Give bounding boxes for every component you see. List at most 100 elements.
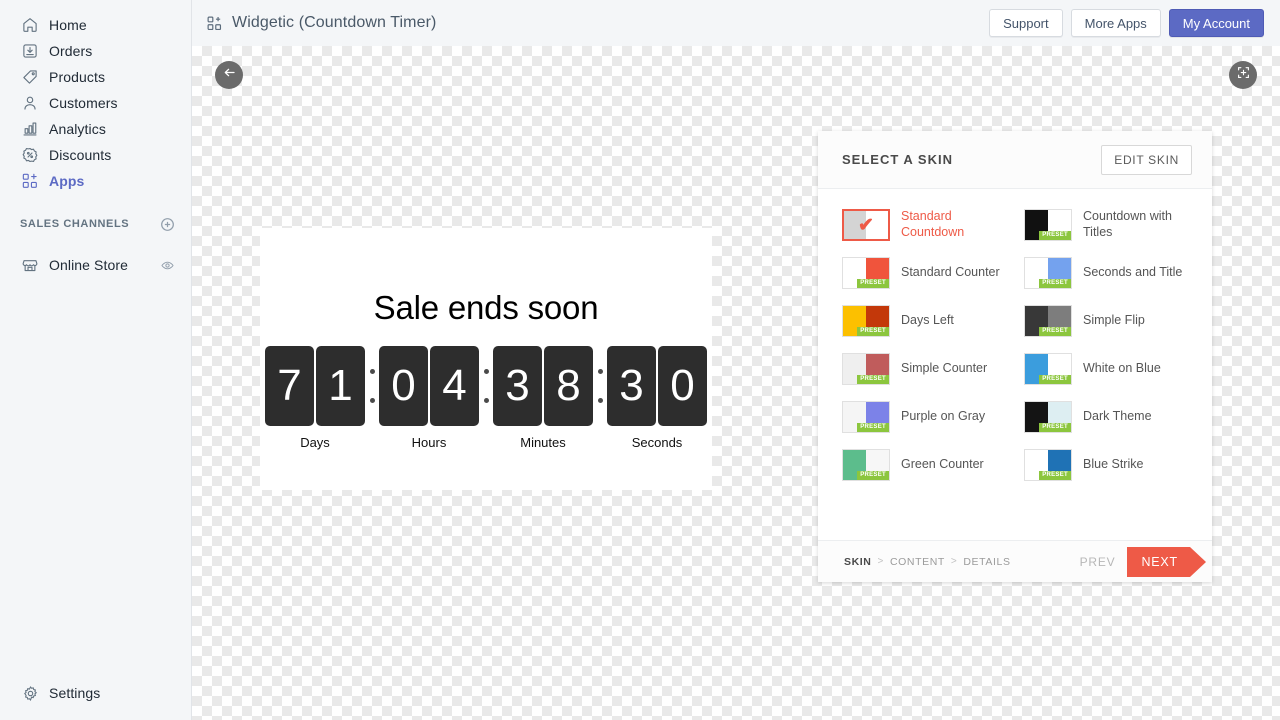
top-bar-actions: Support More Apps My Account <box>989 9 1264 37</box>
countdown-widget-preview[interactable]: Sale ends soon 71Days04Hours38Minutes30S… <box>260 228 712 490</box>
skin-thumbnail: PRESET <box>1024 353 1072 385</box>
prev-button[interactable]: PREV <box>1080 555 1116 569</box>
countdown-digits: 38 <box>493 346 593 426</box>
sidebar-item-label: Orders <box>49 44 92 58</box>
my-account-button[interactable]: My Account <box>1169 9 1264 37</box>
skin-thumbnail: PRESET <box>1024 305 1072 337</box>
plus-circle-icon[interactable] <box>160 217 175 232</box>
skin-option[interactable]: PRESET Seconds and Title <box>1024 253 1190 293</box>
skin-list: ✔ Standard Countdown PRESET Countdown with … <box>818 189 1212 544</box>
eye-icon[interactable] <box>160 258 175 273</box>
countdown-digits: 30 <box>607 346 707 426</box>
sidebar-item-home[interactable]: Home <box>8 12 183 38</box>
countdown-digit: 0 <box>658 346 707 426</box>
preset-badge: PRESET <box>1039 471 1071 480</box>
page-title: Widgetic (Countdown Timer) <box>232 14 436 32</box>
skin-label: Days Left <box>901 313 954 329</box>
skin-option[interactable]: PRESETBlue Strike <box>1024 445 1190 485</box>
skin-option[interactable]: PRESET Green Counter <box>842 445 1008 485</box>
preset-badge: PRESET <box>857 471 889 480</box>
preset-badge: PRESET <box>857 423 889 432</box>
customers-icon <box>20 93 40 113</box>
countdown-group-hours: 04 Hours <box>379 346 479 450</box>
support-button[interactable]: Support <box>989 9 1063 37</box>
skin-thumbnail: PRESET <box>842 449 890 481</box>
countdown-digits: 71 <box>265 346 365 426</box>
skin-label: Dark Theme <box>1083 409 1152 425</box>
fit-frame-icon <box>1236 65 1251 85</box>
countdown-digit: 7 <box>265 346 314 426</box>
skin-label: White on Blue <box>1083 361 1161 377</box>
skin-option[interactable]: PRESET Standard Counter <box>842 253 1008 293</box>
preset-badge: PRESET <box>857 327 889 336</box>
back-button[interactable] <box>215 61 243 89</box>
breadcrumb-separator: > <box>878 556 884 567</box>
sidebar-channel-online-store[interactable]: Online Store <box>8 252 183 278</box>
preset-badge: PRESET <box>1039 423 1071 432</box>
breadcrumb-details[interactable]: DETAILS <box>963 556 1010 568</box>
preset-badge: PRESET <box>857 279 889 288</box>
skin-label: Purple on Gray <box>901 409 985 425</box>
arrow-left-icon <box>222 65 237 85</box>
skin-thumbnail: PRESET <box>1024 449 1072 481</box>
sidebar-item-label: Home <box>49 18 87 32</box>
skin-thumbnail: PRESET <box>1024 209 1072 241</box>
check-icon: ✔ <box>844 211 888 239</box>
countdown-group-label: Seconds <box>632 435 683 450</box>
skin-label: Standard Counter <box>901 265 1000 281</box>
sidebar-section-title: SALES CHANNELS <box>20 218 160 230</box>
sidebar-item-label: Analytics <box>49 122 106 136</box>
skin-option[interactable]: PRESET Days Left <box>842 301 1008 341</box>
next-button[interactable]: NEXT <box>1127 547 1190 577</box>
sidebar-item-orders[interactable]: Orders <box>8 38 183 64</box>
sidebar-channel-label: Online Store <box>49 258 128 272</box>
skin-option[interactable]: PRESET Purple on Gray <box>842 397 1008 437</box>
countdown-digits: 04 <box>379 346 479 426</box>
sidebar-item-discounts[interactable]: Discounts <box>8 142 183 168</box>
skin-label: Seconds and Title <box>1083 265 1182 281</box>
top-bar: Widgetic (Countdown Timer) Support More A… <box>192 0 1280 46</box>
skin-option[interactable]: PRESET Simple Flip <box>1024 301 1190 341</box>
skin-panel: SELECT A SKIN EDIT SKIN ✔ Standard Countd… <box>818 131 1212 582</box>
sidebar-item-products[interactable]: Products <box>8 64 183 90</box>
countdown-clock: 71Days04Hours38Minutes30Seconds <box>260 346 712 450</box>
skin-label: Green Counter <box>901 457 984 473</box>
colon-separator <box>593 346 607 426</box>
more-apps-button[interactable]: More Apps <box>1071 9 1161 37</box>
sidebar-item-analytics[interactable]: Analytics <box>8 116 183 142</box>
fit-frame-button[interactable] <box>1229 61 1257 89</box>
widget-title: Sale ends soon <box>260 228 712 324</box>
skin-option[interactable]: PRESET Dark Theme <box>1024 397 1190 437</box>
sidebar-item-customers[interactable]: Customers <box>8 90 183 116</box>
breadcrumb: SKIN>CONTENT>DETAILS <box>844 556 1011 568</box>
orders-icon <box>20 41 40 61</box>
preset-badge: PRESET <box>857 375 889 384</box>
sidebar: Home Orders ProductsCustomers Analytics Disc… <box>0 0 192 720</box>
breadcrumb-content[interactable]: CONTENT <box>890 556 945 568</box>
edit-skin-button[interactable]: EDIT SKIN <box>1101 145 1192 175</box>
store-icon <box>20 255 40 275</box>
skin-thumbnail: PRESET <box>842 305 890 337</box>
home-icon <box>20 15 40 35</box>
preset-badge: PRESET <box>1039 231 1071 240</box>
skin-option[interactable]: PRESET White on Blue <box>1024 349 1190 389</box>
skin-option[interactable]: PRESET Countdown with Titles <box>1024 205 1190 245</box>
skin-panel-header: SELECT A SKIN EDIT SKIN <box>818 131 1212 189</box>
sidebar-section-sales-channels: SALES CHANNELS <box>8 212 183 236</box>
skin-label: Simple Flip <box>1083 313 1145 329</box>
sidebar-nav: Home Orders ProductsCustomers Analytics Disc… <box>0 0 191 194</box>
skin-label: Countdown with Titles <box>1083 209 1190 240</box>
skin-thumbnail: PRESET <box>1024 401 1072 433</box>
skin-option[interactable]: ✔ Standard Countdown <box>842 205 1008 245</box>
sidebar-item-settings[interactable]: Settings <box>8 680 183 706</box>
skin-panel-title: SELECT A SKIN <box>842 152 953 167</box>
breadcrumb-skin[interactable]: SKIN <box>844 556 872 568</box>
colon-separator <box>479 346 493 426</box>
preset-badge: PRESET <box>1039 279 1071 288</box>
sidebar-item-apps[interactable]: Apps <box>8 168 183 194</box>
analytics-bars-icon <box>20 119 40 139</box>
skin-thumbnail: PRESET <box>1024 257 1072 289</box>
countdown-group-label: Hours <box>412 435 447 450</box>
skin-option[interactable]: PRESETSimple Counter <box>842 349 1008 389</box>
skin-label: Standard Countdown <box>901 209 1008 240</box>
